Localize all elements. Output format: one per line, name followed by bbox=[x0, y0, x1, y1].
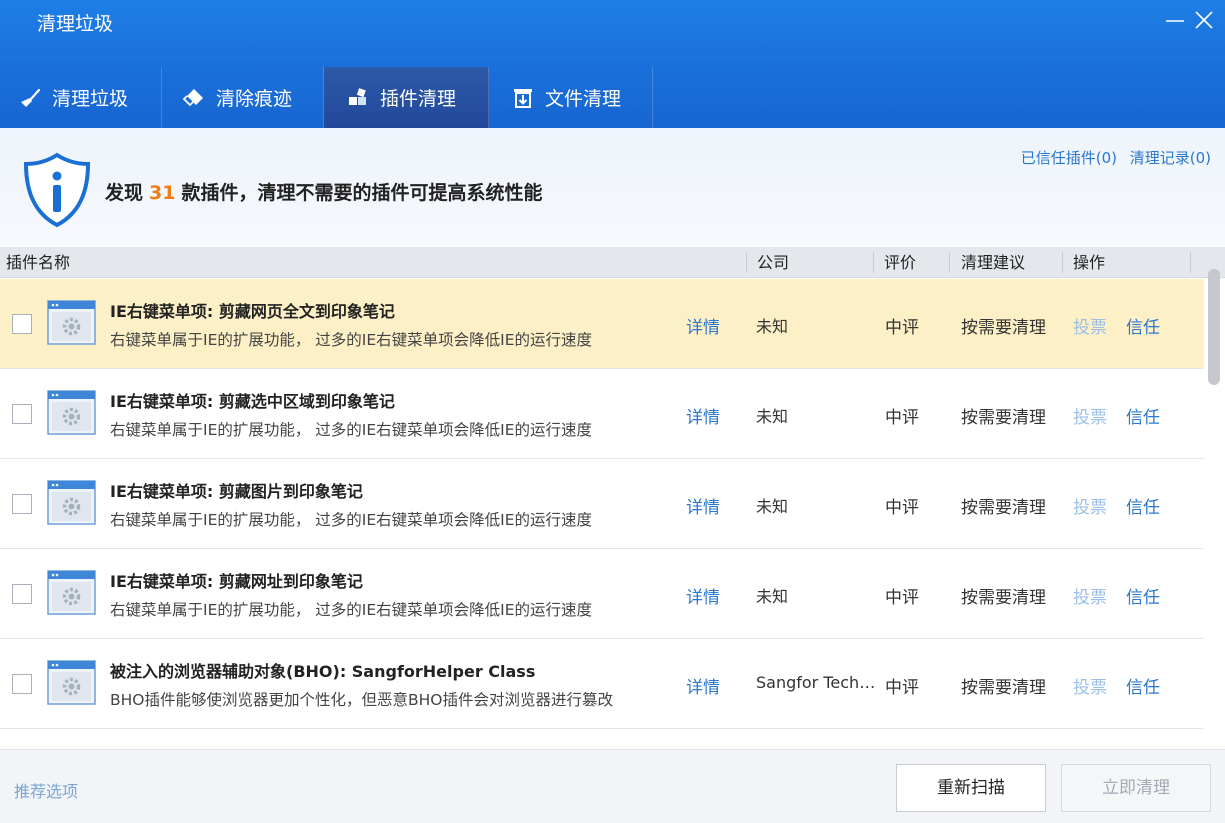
broom-icon bbox=[18, 86, 42, 110]
detail-link[interactable]: 详情 bbox=[686, 313, 720, 338]
rescan-button[interactable]: 重新扫描 bbox=[896, 764, 1046, 812]
column-header-company[interactable]: 公司 bbox=[757, 247, 789, 278]
plugin-name: IE右键菜单项: 剪藏图片到印象笔记 bbox=[110, 482, 363, 501]
table-row[interactable]: IE右键菜单项: 剪藏选中区域到印象笔记 右键菜单属于IE的扩展功能， 过多的I… bbox=[0, 369, 1204, 459]
close-icon[interactable] bbox=[1192, 8, 1216, 32]
clean-advice: 按需要清理 bbox=[961, 498, 1046, 518]
plugin-description: 右键菜单属于IE的扩展功能， 过多的IE右键菜单项会降低IE的运行速度 bbox=[110, 331, 593, 349]
clean-now-button[interactable]: 立即清理 bbox=[1061, 764, 1211, 812]
eraser-icon bbox=[182, 86, 206, 110]
detail-link[interactable]: 详情 bbox=[686, 583, 720, 608]
plugin-list: IE右键菜单项: 剪藏网页全文到印象笔记 右键菜单属于IE的扩展功能， 过多的I… bbox=[0, 279, 1204, 749]
trust-link[interactable]: 信任 bbox=[1126, 493, 1160, 518]
vertical-scrollbar[interactable] bbox=[1205, 269, 1225, 749]
row-checkbox[interactable] bbox=[12, 584, 32, 604]
clean-advice: 按需要清理 bbox=[961, 408, 1046, 428]
detail-link[interactable]: 详情 bbox=[686, 493, 720, 518]
trust-link[interactable]: 信任 bbox=[1126, 673, 1160, 698]
found-suffix: 款插件，清理不需要的插件可提高系统性能 bbox=[181, 182, 543, 204]
recommended-options-link[interactable]: 推荐选项 bbox=[14, 778, 78, 802]
plugin-company: 未知 bbox=[756, 587, 789, 606]
row-checkbox[interactable] bbox=[12, 404, 32, 424]
tab-label: 文件清理 bbox=[545, 88, 622, 110]
plugin-company: Sangfor Technologies bbox=[756, 673, 876, 692]
vote-link[interactable]: 投票 bbox=[1073, 493, 1107, 518]
shield-info-icon bbox=[22, 152, 92, 228]
clean-history-link[interactable]: 清理记录(0) bbox=[1130, 149, 1211, 167]
minimize-icon[interactable] bbox=[1163, 8, 1187, 32]
plugin-company: 未知 bbox=[756, 317, 789, 336]
vote-link[interactable]: 投票 bbox=[1073, 673, 1107, 698]
tab-clear-traces[interactable]: 清除痕迹 bbox=[162, 67, 324, 128]
trust-link[interactable]: 信任 bbox=[1126, 583, 1160, 608]
plugin-rating: 中评 bbox=[885, 408, 919, 428]
plugin-description: 右键菜单属于IE的扩展功能， 过多的IE右键菜单项会降低IE的运行速度 bbox=[110, 601, 593, 619]
window-title: 清理垃圾 bbox=[37, 13, 114, 35]
summary-header: 发现 31 款插件，清理不需要的插件可提高系统性能 已信任插件(0) 清理记录(0) bbox=[0, 128, 1225, 246]
found-summary: 发现 31 款插件，清理不需要的插件可提高系统性能 bbox=[105, 178, 542, 205]
table-row[interactable]: 被注入的浏览器辅助对象(BHO): SangforHelper Class BH… bbox=[0, 639, 1204, 729]
vote-link[interactable]: 投票 bbox=[1073, 583, 1107, 608]
clean-advice: 按需要清理 bbox=[961, 588, 1046, 608]
plugin-name: IE右键菜单项: 剪藏网址到印象笔记 bbox=[110, 572, 363, 591]
plugin-company: 未知 bbox=[756, 407, 789, 426]
plugin-count: 31 bbox=[149, 182, 176, 204]
vote-link[interactable]: 投票 bbox=[1073, 403, 1107, 428]
tab-file-clean[interactable]: 文件清理 bbox=[489, 67, 653, 128]
plugin-window-gear-icon bbox=[47, 660, 96, 705]
column-header-name[interactable]: 插件名称 bbox=[6, 247, 70, 278]
tab-clean-junk[interactable]: 清理垃圾 bbox=[0, 67, 162, 128]
column-divider bbox=[1190, 252, 1191, 273]
clean-advice: 按需要清理 bbox=[961, 678, 1046, 698]
plugin-name: IE右键菜单项: 剪藏选中区域到印象笔记 bbox=[110, 392, 395, 411]
plugin-window-gear-icon bbox=[47, 480, 96, 525]
column-divider bbox=[873, 252, 874, 273]
column-header-action: 操作 bbox=[1073, 253, 1106, 272]
plugin-description: 右键菜单属于IE的扩展功能， 过多的IE右键菜单项会降低IE的运行速度 bbox=[110, 421, 593, 439]
column-header-advice[interactable]: 清理建议 bbox=[961, 247, 1025, 278]
vote-link[interactable]: 投票 bbox=[1073, 313, 1107, 338]
table-header: 插件名称 公司 评价 清理建议 操作 bbox=[0, 247, 1225, 278]
table-row[interactable]: IE右键菜单项: 剪藏网页全文到印象笔记 右键菜单属于IE的扩展功能， 过多的I… bbox=[0, 279, 1204, 369]
header-links: 已信任插件(0) 清理记录(0) bbox=[1013, 147, 1211, 168]
plugin-window-gear-icon bbox=[47, 570, 96, 615]
detail-link[interactable]: 详情 bbox=[686, 673, 720, 698]
trusted-plugins-link[interactable]: 已信任插件(0) bbox=[1021, 149, 1117, 167]
trash-bin-icon bbox=[511, 86, 535, 110]
plugin-description: BHO插件能够使浏览器更加个性化，但恶意BHO插件会对浏览器进行篡改 bbox=[110, 691, 613, 709]
footer-bar: 推荐选项 重新扫描 立即清理 bbox=[0, 749, 1225, 823]
plugin-rating: 中评 bbox=[885, 318, 919, 338]
row-checkbox[interactable] bbox=[12, 494, 32, 514]
plugin-name: IE右键菜单项: 剪藏网页全文到印象笔记 bbox=[110, 302, 395, 321]
plugin-rating: 中评 bbox=[885, 498, 919, 518]
scrollbar-thumb[interactable] bbox=[1208, 269, 1220, 385]
table-row[interactable]: IE右键菜单项: 剪藏图片到印象笔记 右键菜单属于IE的扩展功能， 过多的IE右… bbox=[0, 459, 1204, 549]
clean-advice: 按需要清理 bbox=[961, 318, 1046, 338]
plugin-window-gear-icon bbox=[47, 300, 96, 345]
row-checkbox[interactable] bbox=[12, 674, 32, 694]
plugin-rating: 中评 bbox=[885, 678, 919, 698]
row-checkbox[interactable] bbox=[12, 314, 32, 334]
tab-plugin-clean[interactable]: 插件清理 bbox=[324, 67, 489, 128]
table-row[interactable]: IE右键菜单项: 剪藏网址到印象笔记 右键菜单属于IE的扩展功能， 过多的IE右… bbox=[0, 549, 1204, 639]
plugin-description: 右键菜单属于IE的扩展功能， 过多的IE右键菜单项会降低IE的运行速度 bbox=[110, 511, 593, 529]
column-divider bbox=[949, 252, 950, 273]
plugin-rating: 中评 bbox=[885, 588, 919, 608]
trust-link[interactable]: 信任 bbox=[1126, 313, 1160, 338]
found-prefix: 发现 bbox=[105, 182, 144, 204]
column-divider bbox=[1062, 252, 1063, 273]
tab-bar: 清理垃圾 清除痕迹 插件清理 文件清理 bbox=[0, 67, 653, 128]
detail-link[interactable]: 详情 bbox=[686, 403, 720, 428]
tab-label: 清理垃圾 bbox=[52, 88, 129, 110]
column-header-rating[interactable]: 评价 bbox=[884, 247, 916, 278]
tab-label: 插件清理 bbox=[380, 88, 457, 110]
plugin-company: 未知 bbox=[756, 497, 789, 516]
plugin-blocks-icon bbox=[346, 86, 370, 110]
title-bar: 清理垃圾 清理垃圾 清除痕迹 插件清理 文件清理 bbox=[0, 0, 1225, 128]
trust-link[interactable]: 信任 bbox=[1126, 403, 1160, 428]
plugin-window-gear-icon bbox=[47, 390, 96, 435]
plugin-name: 被注入的浏览器辅助对象(BHO): SangforHelper Class bbox=[110, 662, 536, 681]
column-divider bbox=[746, 252, 747, 273]
tab-label: 清除痕迹 bbox=[216, 88, 293, 110]
